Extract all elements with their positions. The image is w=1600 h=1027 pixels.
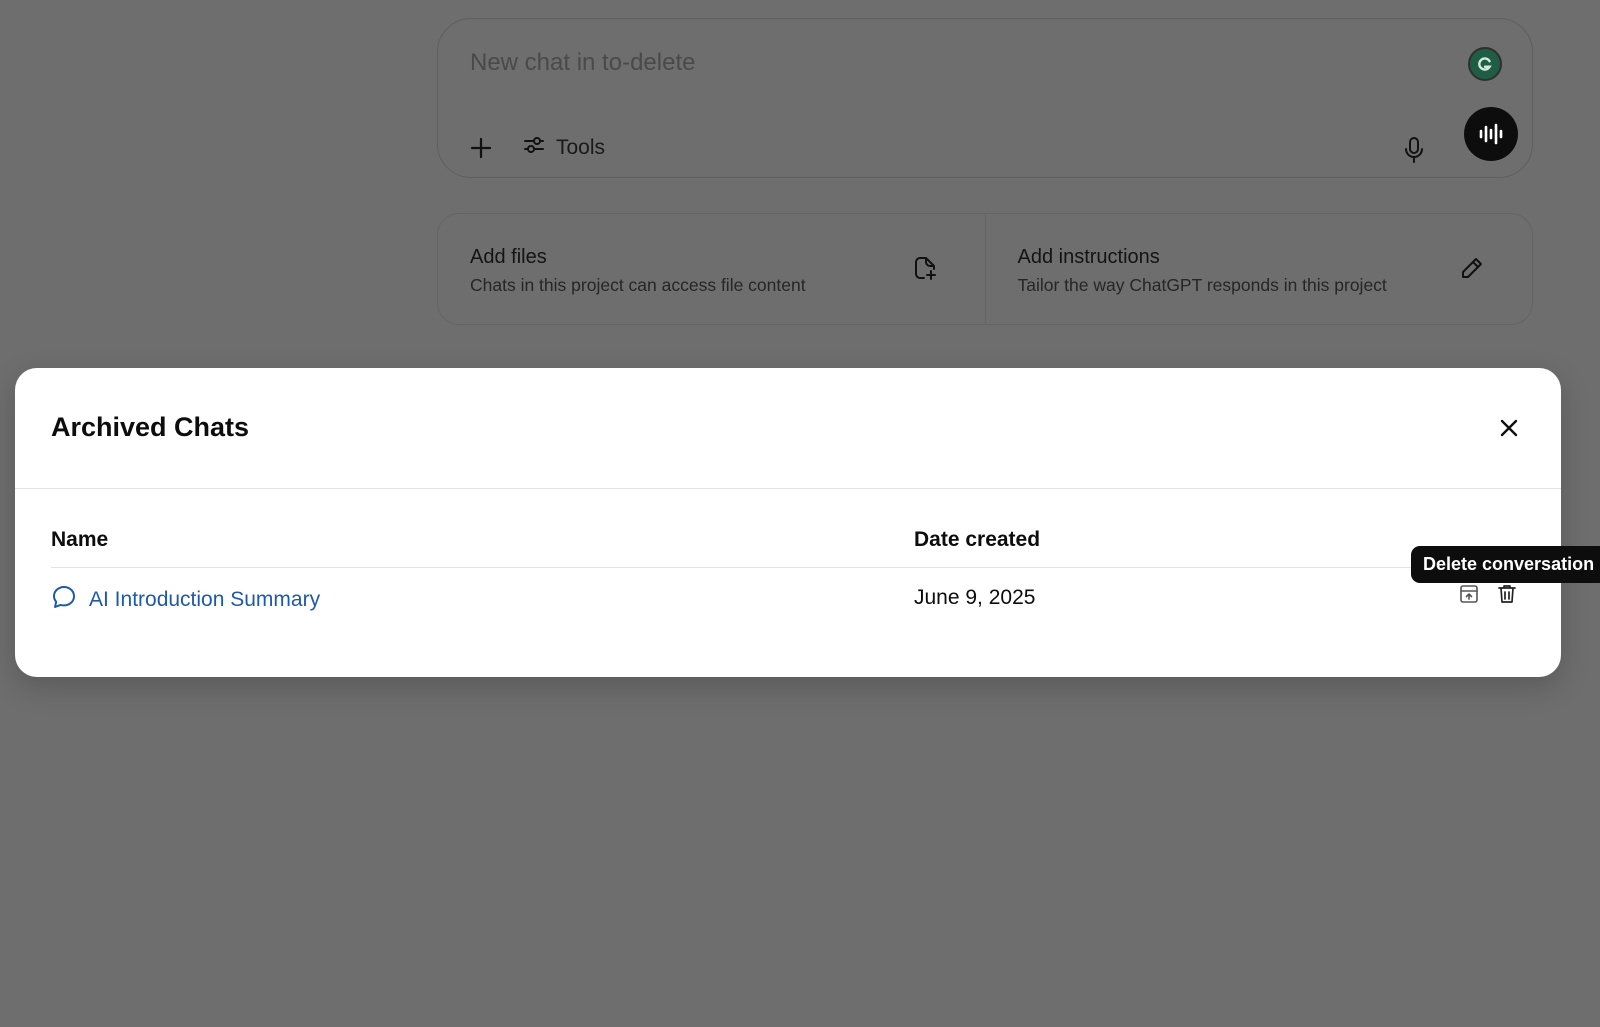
archived-chats-modal: Archived Chats Name Date created AI Intr… (15, 368, 1561, 677)
chat-link[interactable]: AI Introduction Summary (51, 584, 320, 616)
chat-bubble-icon (51, 584, 77, 616)
add-instructions-card[interactable]: Add instructions Tailor the way ChatGPT … (984, 214, 1533, 324)
row-actions (1457, 582, 1519, 606)
column-header-date: Date created (914, 528, 1041, 551)
tools-button[interactable]: Tools (522, 131, 605, 165)
table-row: AI Introduction Summary June 9, 2025 (51, 568, 1525, 630)
card-title: Add files (470, 246, 547, 268)
pencil-icon (1458, 254, 1486, 282)
plus-icon[interactable] (468, 135, 494, 161)
add-files-card[interactable]: Add files Chats in this project can acce… (438, 214, 985, 324)
modal-title: Archived Chats (51, 412, 250, 442)
card-title: Add instructions (1017, 246, 1160, 268)
tools-label: Tools (556, 136, 606, 159)
modal-header: Archived Chats (15, 368, 1561, 489)
grammarly-icon[interactable] (1468, 47, 1502, 81)
project-cards: Add files Chats in this project can acce… (437, 213, 1533, 325)
composer-placeholder[interactable]: New chat in to-delete (470, 49, 695, 77)
chat-composer: New chat in to-delete Tools (437, 18, 1533, 178)
archived-chats-table: Name Date created AI Introduction Summar… (51, 520, 1525, 630)
microphone-icon[interactable] (1400, 135, 1428, 165)
trash-icon[interactable] (1495, 582, 1519, 606)
file-add-icon (911, 254, 939, 282)
column-header-name: Name (51, 528, 109, 551)
chat-name: AI Introduction Summary (89, 588, 321, 611)
voice-waveform-icon[interactable] (1464, 107, 1518, 161)
sliders-icon (522, 133, 546, 163)
table-header: Name Date created (51, 520, 1525, 568)
delete-conversation-tooltip: Delete conversation (1411, 546, 1600, 583)
card-subtitle: Tailor the way ChatGPT responds in this … (1017, 275, 1387, 295)
chat-date: June 9, 2025 (914, 586, 1036, 609)
unarchive-icon[interactable] (1457, 582, 1481, 606)
close-icon[interactable] (1495, 414, 1523, 442)
card-subtitle: Chats in this project can access file co… (470, 275, 806, 295)
